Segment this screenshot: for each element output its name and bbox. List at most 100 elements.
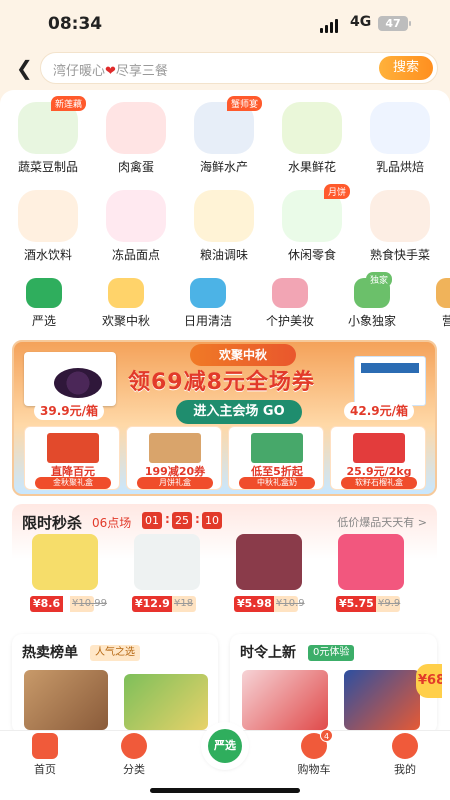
category-label: 休闲零食 [287, 248, 336, 262]
search-button[interactable]: 搜索 [379, 56, 433, 80]
signal-icon [320, 19, 338, 33]
profile-icon [392, 733, 418, 759]
mid-autumn-banner[interactable]: 欢聚中秋 领69减8元全场券 进入主会场 GO 39.9元/箱 42.9元/箱 … [12, 340, 437, 496]
category-item[interactable]: 严选 [2, 278, 86, 329]
category-label: 熟食快手菜 [369, 248, 430, 262]
banner-promo-tile[interactable]: 25.9元/2kg 软籽石榴礼盒 [330, 426, 426, 490]
network-label: 4G [350, 14, 372, 30]
dairy-icon [370, 102, 430, 154]
cart-icon: 4 [301, 729, 333, 759]
category-label: 严选 [31, 314, 56, 328]
home-indicator [150, 788, 300, 793]
category-item[interactable]: 个护美妆 [248, 278, 332, 329]
countdown-hours: 01 [142, 512, 162, 529]
search-input[interactable]: 湾仔暖心❤尽享三餐 搜索 [40, 52, 438, 84]
status-bar: 08:34 4G 47 [0, 0, 450, 46]
meat-icon [106, 102, 166, 154]
category-item[interactable]: 新莲藕 蔬菜豆制品 [6, 96, 90, 175]
tab-label: 分类 [123, 763, 145, 776]
tab-label: 我的 [394, 763, 416, 776]
sale-price: ¥5.75 [336, 596, 377, 612]
pomegranate-image [242, 670, 328, 730]
category-label: 酒水饮料 [23, 248, 72, 262]
category-item[interactable]: 水果鲜花 [270, 102, 354, 175]
flash-sale-item[interactable]: ¥8.6 ¥10.99 [28, 532, 107, 620]
category-label: 个护美妆 [265, 314, 314, 328]
category-item[interactable]: 乳品烘焙 [358, 102, 442, 175]
seafood-icon: 蟹师宴 [194, 96, 262, 154]
hot-list-badge: 人气之选 [90, 645, 140, 661]
nutrition-icon [436, 278, 450, 308]
banner-promo-tile[interactable]: 199减20券 月饼礼盒 [126, 426, 222, 490]
promo-tag: 金秋聚礼盒 [35, 477, 111, 489]
category-item[interactable]: 营养 [412, 278, 450, 329]
category-label: 粮油调味 [199, 248, 248, 262]
tab-profile[interactable]: 我的 [375, 733, 435, 777]
back-icon[interactable]: ❮ [16, 56, 33, 80]
category-item[interactable]: 月饼休闲零食 [270, 184, 354, 263]
cosmetics-icon [272, 278, 308, 308]
hot-list-card[interactable]: 热卖榜单 人气之选 [12, 634, 218, 730]
banner-promo-tile[interactable]: 低至5折起 中秋礼盒奶 [228, 426, 324, 490]
category-label: 海鲜水产 [199, 160, 248, 174]
flash-more-link[interactable]: 低价爆品天天有 > [337, 514, 427, 530]
category-label: 蔬菜豆制品 [17, 160, 78, 174]
category-item[interactable]: 欢聚中秋 [84, 278, 168, 329]
hot-list-title: 热卖榜单 [22, 645, 78, 661]
category-label: 冻品面点 [111, 248, 160, 262]
category-item[interactable]: 蟹师宴海鲜水产 [182, 96, 266, 175]
mooncake-icon [108, 278, 144, 308]
original-price: ¥10.99 [72, 598, 107, 609]
seasonal-card[interactable]: 时令上新 0元体验 ¥68 [230, 634, 442, 730]
tab-cart[interactable]: 4 购物车 [284, 729, 344, 777]
original-price: ¥18 [174, 598, 194, 609]
category-tag: 月饼 [323, 184, 350, 199]
category-item[interactable]: 冻品面点 [94, 190, 178, 263]
category-icon [121, 733, 147, 759]
tab-home[interactable]: 首页 [15, 733, 75, 777]
fruit-box-image [124, 674, 208, 730]
cleaning-icon [190, 278, 226, 308]
flash-sale-item[interactable]: ¥12.9 ¥18 [130, 532, 204, 620]
cart-count-badge: 4 [320, 729, 333, 742]
banner-promo-tile[interactable]: 直降百元 金秋聚礼盒 [24, 426, 120, 490]
category-label: 欢聚中秋 [101, 314, 150, 328]
float-price-badge[interactable]: ¥68 [416, 664, 442, 698]
seasonal-badge: 0元体验 [308, 645, 355, 661]
promo-product-image [353, 433, 405, 463]
promo-product-image [251, 433, 303, 463]
category-label: 日用清洁 [183, 314, 232, 328]
flash-sale-section: 限时秒杀 06点场 01 : 25 : 10 低价爆品天天有 > ¥8.6 ¥10… [12, 504, 437, 626]
flash-sale-item[interactable]: ¥5.75 ¥9.9 [334, 532, 408, 620]
enter-venue-button[interactable]: 进入主会场 GO [176, 400, 302, 424]
category-item[interactable]: 酒水饮料 [6, 190, 90, 263]
category-item[interactable]: 日用清洁 [166, 278, 250, 329]
product-image [134, 534, 200, 590]
milk-box-image [354, 356, 426, 406]
flash-sale-title: 限时秒杀 [22, 514, 83, 532]
oil-icon [194, 190, 254, 242]
right-price-tag: 42.9元/箱 [344, 402, 414, 420]
vegetable-icon: 新莲藕 [18, 96, 86, 154]
heart-icon: ❤ [105, 64, 116, 79]
search-placeholder: 湾仔暖心❤尽享三餐 [53, 64, 168, 79]
category-badge: 独家 [365, 272, 392, 287]
product-image [338, 534, 404, 590]
tab-category[interactable]: 分类 [104, 733, 164, 777]
home-content: 新莲藕 蔬菜豆制品 肉禽蛋 蟹师宴 海鲜水产 水果鲜花 乳品烘焙 酒水饮料 冻品面点 粮油调味月… [0, 90, 450, 730]
yanxuan-icon [26, 278, 62, 308]
category-item[interactable]: 肉禽蛋 [94, 102, 178, 175]
flash-session: 06点场 [92, 516, 132, 530]
flash-sale-item[interactable]: ¥5.98 ¥10.9 [232, 532, 306, 620]
tab-label: 首页 [34, 763, 56, 776]
product-image [236, 534, 302, 590]
fruit-icon [282, 102, 342, 154]
grape-box-image [24, 352, 116, 406]
category-item[interactable]: 粮油调味 [182, 190, 266, 263]
category-item[interactable]: 独家 小象独家 [330, 272, 414, 329]
category-item[interactable]: 熟食快手菜 [358, 190, 442, 263]
banner-headline: 领69减8元全场券 [128, 370, 315, 395]
tab-yanxuan[interactable]: 严选 [203, 724, 247, 768]
exclusive-icon: 独家 [354, 272, 392, 308]
seasonal-title: 时令上新 [240, 645, 296, 661]
